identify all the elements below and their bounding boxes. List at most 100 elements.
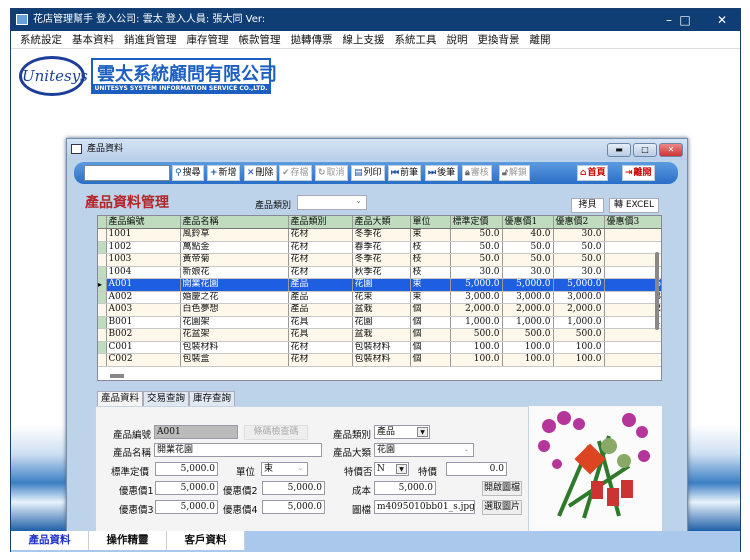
row-indicator[interactable] xyxy=(98,253,107,267)
horizontal-scrollbar[interactable] xyxy=(110,374,124,378)
table-row[interactable]: A002婚慶之花產品花束束3,000.03,000.03,000.03,00 xyxy=(98,291,661,304)
table-cell: 100.0 xyxy=(553,353,605,367)
child-maximize-button[interactable]: □ xyxy=(633,143,657,157)
major-category-select[interactable]: 花園 ⌄ xyxy=(374,443,474,457)
column-header[interactable]: 標準定價 xyxy=(450,216,503,229)
add-button[interactable]: +新增 xyxy=(207,165,240,181)
menu-vouchers[interactable]: 拋轉傳票 xyxy=(286,31,338,48)
logo-company-en: UNITESYS SYSTEM INFORMATION SERVICE CO.,… xyxy=(93,84,269,94)
name-field[interactable]: 開業花園 xyxy=(154,443,322,457)
table-cell: 花具 xyxy=(288,316,353,329)
bottom-tab-customer-data[interactable]: 客戶資料 xyxy=(167,531,245,550)
special-flag-select[interactable]: N ▼ xyxy=(374,462,409,476)
copy-button[interactable]: 拷貝 xyxy=(571,198,604,213)
menu-help[interactable]: 說明 xyxy=(442,31,473,48)
column-header[interactable]: 產品名稱 xyxy=(180,216,289,229)
table-row[interactable]: C001包裝材料花材包裝材料個100.0100.0100.010 xyxy=(98,341,661,354)
search-input[interactable] xyxy=(84,165,170,181)
row-indicator[interactable] xyxy=(98,316,107,329)
discount1-field[interactable]: 5,000.0 xyxy=(155,481,218,495)
table-row[interactable]: 1003黃帝菊花材冬季花枝50.050.050.05 xyxy=(98,253,661,267)
next-record-button[interactable]: ⏭後筆 xyxy=(425,165,459,181)
cost-field[interactable]: 5,000.0 xyxy=(374,481,436,495)
table-row[interactable]: C002包裝盒花材包裝材料個100.0100.0100.010 xyxy=(98,353,661,367)
tab-inventory-query[interactable]: 庫存查詢 xyxy=(189,391,236,406)
tab-product-data[interactable]: 產品資料 xyxy=(97,391,144,406)
row-indicator[interactable]: ▸ xyxy=(98,278,107,292)
discount2-field[interactable]: 5,000.0 xyxy=(262,481,325,495)
special-price-field[interactable]: 0.0 xyxy=(446,462,507,476)
image-file-field[interactable]: m4095010bb01_s.jpg xyxy=(374,500,475,514)
export-excel-button[interactable]: 轉 EXCEL xyxy=(609,198,659,213)
table-cell: 100.0 xyxy=(502,341,554,354)
category-select[interactable]: 產品 ▼ xyxy=(374,425,430,439)
menu-accounts[interactable]: 帳款管理 xyxy=(234,31,286,48)
category-filter-select[interactable]: ⌄ xyxy=(297,195,367,210)
menu-system-settings[interactable]: 系統設定 xyxy=(15,31,67,48)
menu-inventory[interactable]: 庫存管理 xyxy=(182,31,234,48)
barcode-check-button[interactable]: 條碼檢查碼 xyxy=(244,425,308,440)
print-button[interactable]: ▤列印 xyxy=(351,165,385,181)
row-indicator[interactable] xyxy=(98,241,107,254)
tab-transaction-query[interactable]: 交易查詢 xyxy=(143,391,190,406)
select-image-button[interactable]: 選取圖片 xyxy=(482,500,522,515)
menu-basic-data[interactable]: 基本資料 xyxy=(67,31,119,48)
column-header[interactable]: 產品大類 xyxy=(352,216,411,229)
menu-system-tools[interactable]: 系統工具 xyxy=(390,31,442,48)
home-button[interactable]: ⌂首頁 xyxy=(577,165,609,181)
table-cell: 開業花園 xyxy=(180,278,289,292)
major-category-value: 花園 xyxy=(377,445,396,455)
menu-change-background[interactable]: 更換背景 xyxy=(473,31,525,48)
approve-button[interactable]: 🔒︎審核 xyxy=(462,165,492,181)
row-indicator[interactable] xyxy=(98,228,107,242)
child-minimize-button[interactable]: ▬ xyxy=(607,143,631,157)
price-field[interactable]: 5,000.0 xyxy=(155,462,218,476)
table-cell: 30.0 xyxy=(553,228,605,242)
column-header[interactable]: 優惠價2 xyxy=(553,216,605,229)
row-indicator[interactable] xyxy=(98,303,107,317)
table-row[interactable]: A003白色夢想產品盆栽個2,000.02,000.02,000.02,00 xyxy=(98,303,661,317)
menu-sales-purchase[interactable]: 銷進貨管理 xyxy=(119,31,182,48)
code-field[interactable]: A001 xyxy=(154,425,238,439)
column-header[interactable]: 優惠價1 xyxy=(502,216,554,229)
bottom-tab-product-data[interactable]: 產品資料 xyxy=(11,531,89,550)
row-indicator[interactable] xyxy=(98,291,107,304)
exit-label: 離開 xyxy=(633,168,652,178)
column-header[interactable]: 產品編號 xyxy=(106,216,181,229)
open-image-button[interactable]: 開啟圖檔 xyxy=(482,481,522,496)
search-button[interactable]: ⚲搜尋 xyxy=(172,165,204,181)
product-window: 產品資料 ▬ □ ✕ ⚲搜尋 +新增 ✕刪除 ✔存檔 ↻取消 ▤列印 ⏮前筆 ⏭… xyxy=(66,138,688,540)
table-row[interactable]: 1001風鈴草花材冬季花束50.040.030.02 xyxy=(98,228,661,242)
bottom-tab-wizard[interactable]: 操作精靈 xyxy=(89,531,167,550)
row-indicator[interactable] xyxy=(98,328,107,342)
table-row[interactable]: 1002萬點金花材春季花枝50.050.050.05 xyxy=(98,241,661,254)
vertical-scrollbar[interactable] xyxy=(655,252,659,330)
column-header[interactable]: 單位 xyxy=(410,216,451,229)
row-indicator[interactable] xyxy=(98,266,107,279)
row-indicator[interactable] xyxy=(98,341,107,354)
table-cell: 婚慶之花 xyxy=(180,291,289,304)
table-row[interactable]: 1004新娘花花材秋季花枝30.030.030.03 xyxy=(98,266,661,279)
menu-exit[interactable]: 離開 xyxy=(525,31,556,48)
column-header[interactable]: 產品類別 xyxy=(288,216,353,229)
unit-select[interactable]: 束 ⌄ xyxy=(261,462,308,476)
row-indicator[interactable] xyxy=(98,353,107,367)
prev-record-button[interactable]: ⏮前筆 xyxy=(388,165,422,181)
table-cell: 新娘花 xyxy=(180,266,289,279)
exit-button[interactable]: ⇥離開 xyxy=(622,165,655,181)
discount3-field[interactable]: 5,000.0 xyxy=(155,500,218,514)
cancel-button[interactable]: ↻取消 xyxy=(315,165,348,181)
table-row[interactable]: B001花園架花具花園個1,000.01,000.01,000.01,00 xyxy=(98,316,661,329)
maximize-button[interactable]: □ xyxy=(667,9,703,31)
close-button[interactable]: ✕ xyxy=(704,9,740,31)
table-row[interactable]: B002花盆架花具盆栽個500.0500.0500.050 xyxy=(98,328,661,342)
menu-online-support[interactable]: 線上支援 xyxy=(338,31,390,48)
table-row[interactable]: ▸A001開業花園產品花園束5,000.05,000.05,000.05,00 xyxy=(98,278,661,292)
child-close-button[interactable]: ✕ xyxy=(659,143,683,157)
delete-button[interactable]: ✕刪除 xyxy=(244,165,277,181)
unlock-button[interactable]: 🔓︎解鎖 xyxy=(499,165,530,181)
save-button[interactable]: ✔存檔 xyxy=(279,165,312,181)
column-header[interactable]: 優惠價3 xyxy=(604,216,661,229)
table-cell: 萬點金 xyxy=(180,241,289,254)
discount4-field[interactable]: 5,000.0 xyxy=(262,500,325,514)
